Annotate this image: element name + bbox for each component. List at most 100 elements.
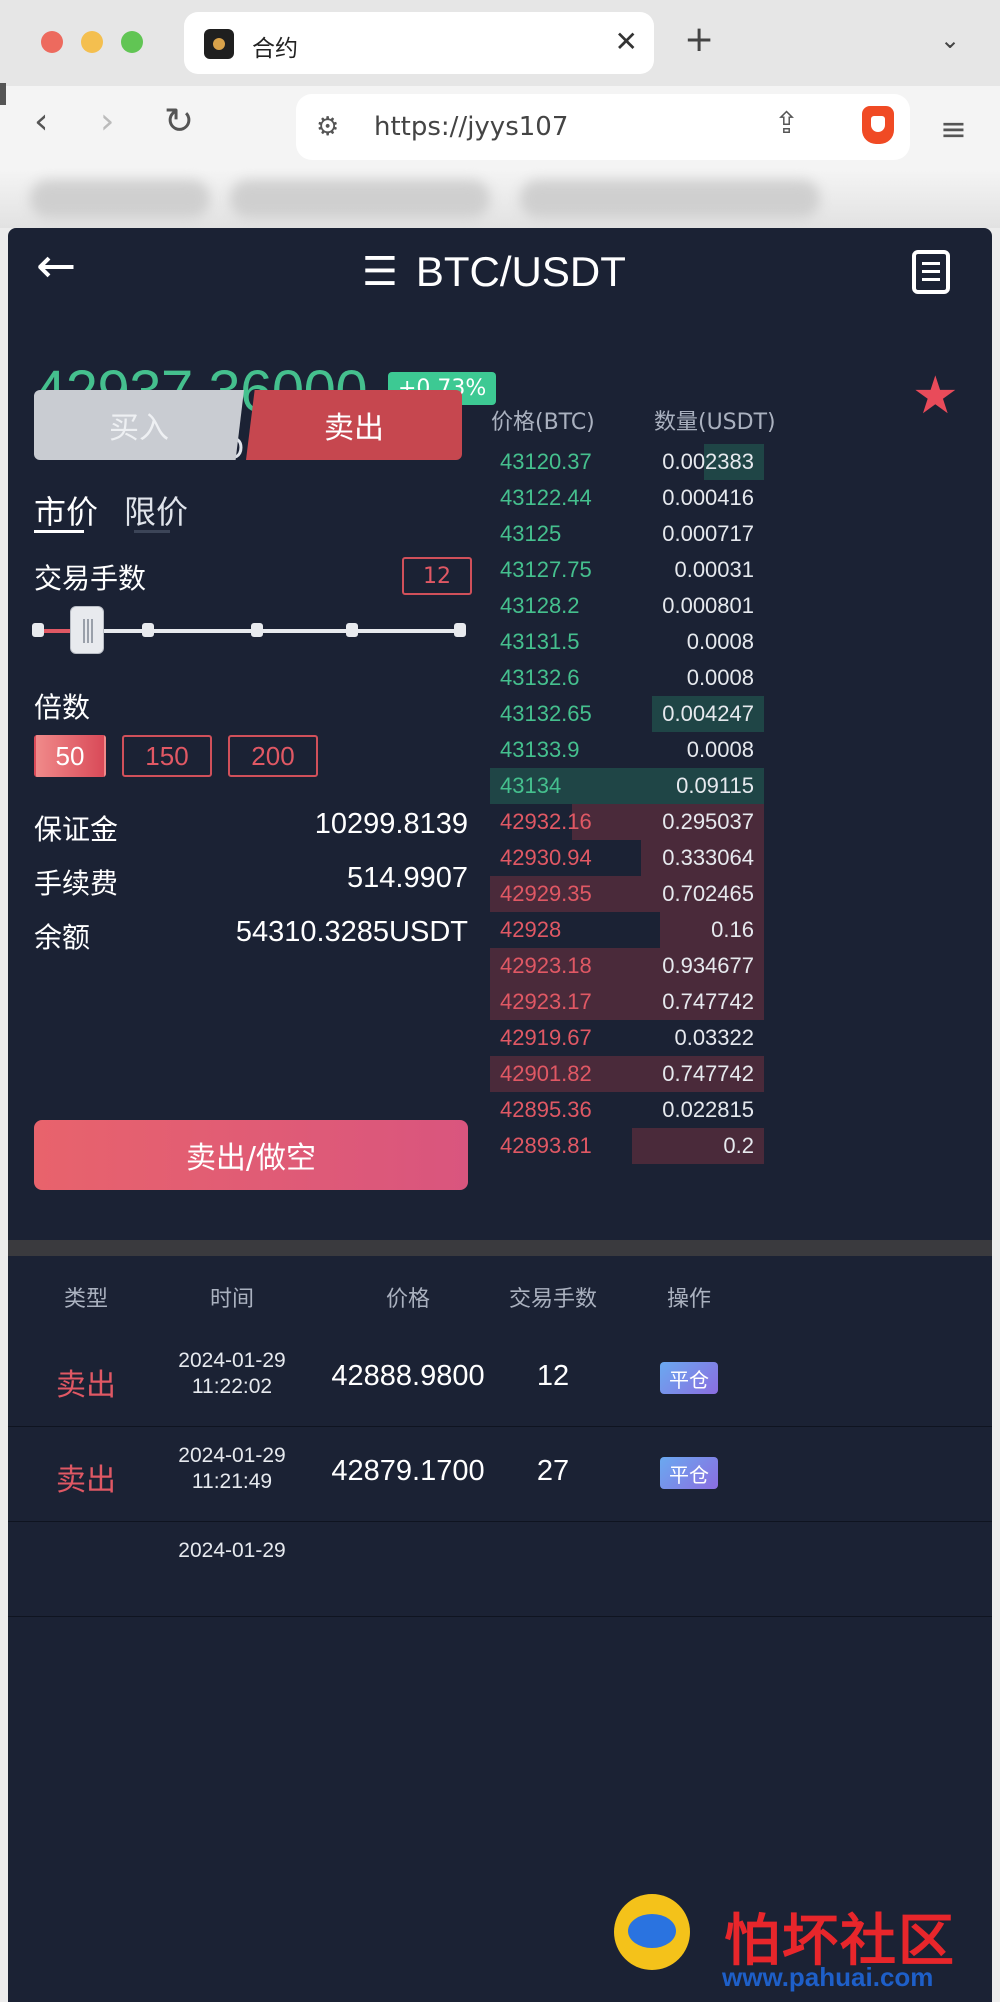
- multiplier-150-button[interactable]: 150: [122, 735, 212, 777]
- record-lots: 27: [536, 1455, 570, 1487]
- favorite-star-icon[interactable]: ★: [912, 370, 959, 422]
- orderbook-bid-row[interactable]: 42929.35 0.702465: [490, 876, 764, 912]
- orderbook-price: 43133.9: [500, 737, 580, 762]
- records-header-price: 价格: [385, 1287, 430, 1312]
- orderbook-qty: 0.295037: [662, 809, 754, 834]
- brave-shields-icon[interactable]: [862, 106, 894, 144]
- order-type-market[interactable]: 市价: [34, 487, 98, 533]
- bookmark-icon[interactable]: [0, 83, 6, 105]
- orderbook-bid-row[interactable]: 42932.16 0.295037: [490, 804, 764, 840]
- share-icon[interactable]: ⇪: [774, 106, 799, 141]
- watermark-url: www.pahuai.com: [722, 1962, 934, 1992]
- slider-tick[interactable]: [32, 623, 44, 637]
- site-favicon-icon: [204, 29, 234, 59]
- pair-title[interactable]: BTC/USDT: [416, 248, 626, 296]
- orderbook-ask-row[interactable]: 43131.5 0.0008: [490, 624, 764, 660]
- orderbook-bid-row[interactable]: 42901.82 0.747742: [490, 1056, 764, 1092]
- orderbook-ask-row[interactable]: 43120.37 0.002383: [490, 444, 764, 480]
- app-back-arrow-icon[interactable]: ←: [36, 242, 76, 290]
- orderbook-price: 42930.94: [500, 845, 592, 870]
- record-date: 2024-01-29: [178, 1444, 286, 1467]
- record-row: 2024-01-29: [8, 1522, 992, 1617]
- browser-menu-icon[interactable]: ≡: [940, 110, 967, 148]
- blurred-banner: [0, 170, 1000, 228]
- site-settings-icon[interactable]: ⚙: [316, 112, 339, 142]
- window-minimize-dot[interactable]: [81, 31, 103, 53]
- orderbook-ask-row[interactable]: 43132.6 0.0008: [490, 660, 764, 696]
- orderbook-bid-row[interactable]: 42928 0.16: [490, 912, 764, 948]
- reload-icon[interactable]: ↻: [164, 104, 194, 140]
- window-close-dot[interactable]: [41, 31, 63, 53]
- record-time: 2024-01-29 11:21:49: [158, 1443, 306, 1495]
- orderbook-bid-row[interactable]: 42893.81 0.2: [490, 1128, 764, 1164]
- order-history-line: [922, 278, 940, 281]
- record-time: 2024-01-29: [158, 1538, 306, 1564]
- slider-tick[interactable]: [142, 623, 154, 637]
- margin-value: 10299.8139: [314, 808, 468, 840]
- orderbook-qty: 0.747742: [662, 989, 754, 1014]
- orderbook-price: 43132.65: [500, 701, 592, 726]
- orderbook-price: 42901.82: [500, 1061, 592, 1086]
- slider-tick[interactable]: [346, 623, 358, 637]
- orderbook-bid-row[interactable]: 42930.94 0.333064: [490, 840, 764, 876]
- order-type-underline: [34, 530, 84, 533]
- record-date: 2024-01-29: [178, 1539, 286, 1562]
- slider-tick[interactable]: [251, 623, 263, 637]
- pair-selector[interactable]: ☰ BTC/USDT: [362, 248, 626, 296]
- handle-grip: [83, 619, 85, 643]
- close-position-button[interactable]: 平仓: [660, 1362, 718, 1394]
- tab-close-icon[interactable]: ✕: [615, 25, 638, 58]
- orderbook-qty: 0.000416: [662, 485, 754, 510]
- records-header-action: 操作: [666, 1287, 711, 1312]
- pair-list-icon[interactable]: ☰: [362, 252, 398, 292]
- tab-list-chevron-icon[interactable]: ⌄: [940, 26, 960, 54]
- orderbook-bid-row[interactable]: 42919.67 0.03322: [490, 1020, 764, 1056]
- orderbook-price: 42893.81: [500, 1133, 592, 1158]
- orderbook-ask-row[interactable]: 43132.65 0.004247: [490, 696, 764, 732]
- orderbook-qty: 0.002383: [662, 449, 754, 474]
- slider-tick[interactable]: [454, 623, 466, 637]
- multiplier-200-button[interactable]: 200: [228, 735, 318, 777]
- trading-app: ← ☰ BTC/USDT 42937.36000 +0.73% 42937.36…: [8, 228, 992, 2002]
- records-header-type: 类型: [63, 1287, 108, 1312]
- browser-toolbar: ‹ › ↻ ⚙ https://jyys107 ⇪ ≡: [0, 83, 1000, 170]
- orderbook-price: 42928: [500, 917, 562, 942]
- orderbook-qty: 0.09115: [676, 773, 754, 798]
- orderbook-price-header: 价格(BTC): [491, 410, 595, 435]
- lots-slider-handle[interactable]: [70, 606, 104, 654]
- new-tab-icon[interactable]: +: [684, 22, 714, 58]
- orderbook-bid-row[interactable]: 42895.36 0.022815: [490, 1092, 764, 1128]
- lots-input[interactable]: 12: [402, 557, 472, 595]
- orderbook-ask-row[interactable]: 43134 0.09115: [490, 768, 764, 804]
- orderbook-qty: 0.022815: [662, 1097, 754, 1122]
- orderbook-ask-row[interactable]: 43133.9 0.0008: [490, 732, 764, 768]
- buy-tab[interactable]: 买入: [34, 390, 244, 460]
- record-price: 42888.9800: [331, 1360, 485, 1392]
- orderbook-price: 43128.2: [500, 593, 580, 618]
- sell-short-button[interactable]: 卖出/做空: [34, 1120, 468, 1190]
- url-text[interactable]: https://jyys107: [374, 112, 568, 142]
- orderbook-price: 42895.36: [500, 1097, 592, 1122]
- browser-back-icon[interactable]: ‹: [34, 104, 48, 140]
- orderbook-ask-row[interactable]: 43128.2 0.000801: [490, 588, 764, 624]
- browser-forward-icon[interactable]: ›: [100, 104, 114, 140]
- window-zoom-dot[interactable]: [121, 31, 143, 53]
- blur-smudge: [520, 180, 820, 218]
- orderbook-bid-row[interactable]: 42923.18 0.934677: [490, 948, 764, 984]
- browser-tab[interactable]: 合约 ✕: [184, 12, 654, 74]
- balance-value: 54310.3285USDT: [235, 916, 468, 948]
- close-position-button[interactable]: 平仓: [660, 1457, 718, 1489]
- multiplier-50-button[interactable]: 50: [34, 735, 106, 777]
- order-history-icon[interactable]: [912, 250, 950, 294]
- orderbook-ask-row[interactable]: 43125 0.000717: [490, 516, 764, 552]
- orderbook-qty: 0.0008: [686, 665, 754, 690]
- address-bar[interactable]: ⚙ https://jyys107 ⇪: [296, 94, 910, 160]
- tab-title: 合约: [252, 36, 298, 62]
- orderbook-ask-row[interactable]: 43127.75 0.00031: [490, 552, 764, 588]
- record-time: 2024-01-29 11:22:02: [158, 1348, 306, 1400]
- orderbook-ask-row[interactable]: 43122.44 0.000416: [490, 480, 764, 516]
- order-type-limit[interactable]: 限价: [124, 487, 188, 533]
- orderbook-price: 43127.75: [500, 557, 592, 582]
- orderbook-bid-row[interactable]: 42923.17 0.747742: [490, 984, 764, 1020]
- sell-tab[interactable]: 卖出: [246, 390, 462, 460]
